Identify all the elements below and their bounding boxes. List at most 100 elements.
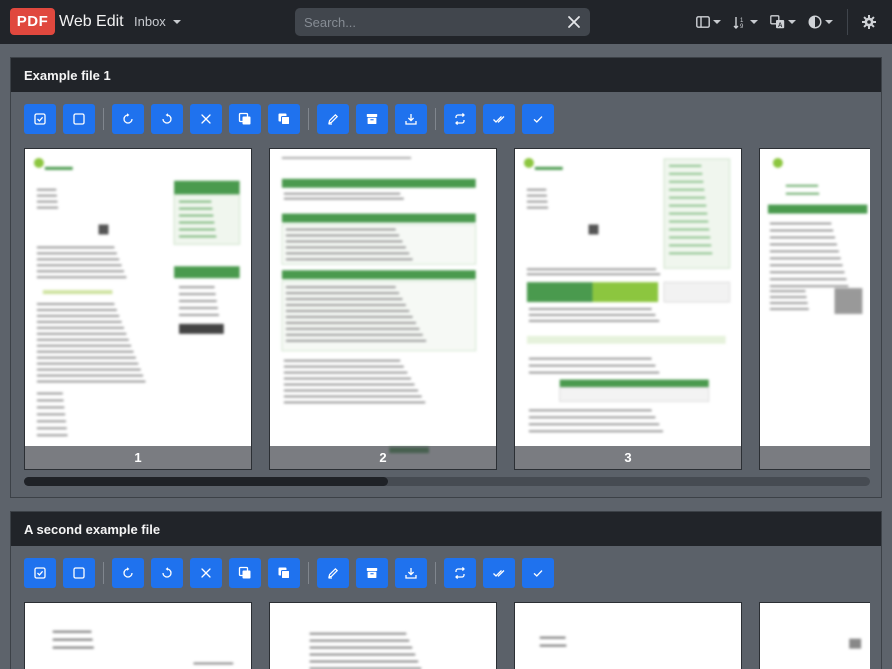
edit-icon [328, 113, 339, 125]
rotate-right-icon [123, 113, 133, 124]
check-icon [533, 570, 543, 577]
delete-icon [201, 568, 211, 578]
duplicate-button[interactable] [229, 558, 261, 588]
check-double-button[interactable] [483, 558, 515, 588]
copy-button[interactable] [268, 104, 300, 134]
copy-button[interactable] [268, 558, 300, 588]
page-thumbnail[interactable] [269, 602, 497, 669]
deselect-button[interactable] [63, 104, 95, 134]
file-panel: A second example file [10, 511, 882, 669]
page-thumbnail[interactable] [759, 602, 870, 669]
rotate-right-button[interactable] [112, 558, 144, 588]
language-button[interactable]: A [764, 0, 802, 44]
repeat-button[interactable] [444, 558, 476, 588]
chevron-down-icon [825, 20, 833, 24]
copy-icon [278, 113, 290, 125]
settings-button[interactable] [856, 0, 892, 44]
page-thumbnail[interactable]: 2 [269, 148, 497, 470]
chevron-down-icon [788, 20, 796, 24]
page-preview [539, 636, 567, 647]
check-button[interactable] [522, 558, 554, 588]
page-preview [309, 632, 422, 669]
toolbar-divider [103, 108, 104, 130]
page-thumbnail[interactable]: 1 [24, 148, 252, 470]
duplicate-button[interactable] [229, 104, 261, 134]
delete-button[interactable] [190, 104, 222, 134]
file-title: A second example file [11, 512, 881, 546]
sort-icon: 19 [733, 16, 744, 29]
file-title: Example file 1 [11, 58, 881, 92]
delete-icon [201, 114, 211, 124]
check-icon [533, 116, 543, 123]
file-panel: Example file 1 1 2 3 [10, 57, 882, 498]
sort-button[interactable]: 19 [727, 0, 764, 44]
translate-icon: A [770, 15, 785, 29]
top-navbar: PDF Web Edit Inbox 19 A [0, 0, 892, 44]
archive-button[interactable] [356, 558, 388, 588]
toolbar-divider [103, 562, 104, 584]
app-logo[interactable]: PDF [10, 8, 55, 35]
file-toolbar [24, 104, 561, 134]
page-thumbnail[interactable] [759, 148, 870, 470]
page-number: 1 [25, 446, 251, 469]
check-button[interactable] [522, 104, 554, 134]
chevron-down-icon [713, 20, 721, 24]
page-preview [33, 157, 241, 437]
select-all-button[interactable] [24, 104, 56, 134]
toolbar-divider [308, 562, 309, 584]
check-double-button[interactable] [483, 104, 515, 134]
page-thumbnail[interactable]: 3 [514, 148, 742, 470]
search-input[interactable] [295, 8, 560, 36]
layout-columns-icon [696, 16, 710, 28]
theme-button[interactable] [802, 0, 839, 44]
navbar-actions: 19 A [690, 0, 892, 44]
repeat-icon [455, 112, 465, 126]
archive-button[interactable] [356, 104, 388, 134]
page-number: 2 [270, 446, 496, 469]
navbar-divider [847, 9, 848, 35]
gear-icon [862, 15, 876, 29]
page-thumbnail[interactable] [514, 602, 742, 669]
select-all-button[interactable] [24, 558, 56, 588]
svg-text:A: A [778, 23, 783, 29]
rotate-left-button[interactable] [151, 104, 183, 134]
duplicate-icon [238, 112, 251, 125]
copy-icon [278, 567, 290, 579]
svg-text:9: 9 [740, 24, 744, 29]
duplicate-icon [238, 566, 251, 579]
horizontal-scrollbar[interactable] [24, 477, 870, 486]
check-double-icon [493, 570, 505, 577]
page-preview [767, 157, 868, 314]
repeat-button[interactable] [444, 104, 476, 134]
page-strip: 1 2 3 [24, 148, 870, 470]
file-toolbar [24, 558, 561, 588]
archive-icon [366, 114, 378, 124]
edit-icon [328, 567, 339, 579]
deselect-icon [73, 567, 85, 579]
chevron-down-icon [750, 20, 758, 24]
layout-columns-button[interactable] [690, 0, 727, 44]
page-number: 3 [515, 446, 741, 469]
page-thumbnail[interactable] [24, 602, 252, 669]
edit-button[interactable] [317, 104, 349, 134]
delete-button[interactable] [190, 558, 222, 588]
select-all-icon [34, 113, 46, 125]
rotate-right-button[interactable] [112, 104, 144, 134]
app-title[interactable]: Web Edit [59, 13, 124, 31]
page-preview [849, 638, 862, 649]
deselect-icon [73, 113, 85, 125]
rotate-right-icon [123, 567, 133, 578]
edit-button[interactable] [317, 558, 349, 588]
repeat-icon [455, 566, 465, 580]
inbox-dropdown[interactable]: Inbox [134, 14, 181, 29]
download-button[interactable] [395, 558, 427, 588]
toolbar-divider [435, 562, 436, 584]
download-icon [405, 568, 417, 579]
deselect-button[interactable] [63, 558, 95, 588]
contrast-icon [808, 15, 822, 29]
scrollbar-thumb[interactable] [24, 477, 388, 486]
rotate-left-button[interactable] [151, 558, 183, 588]
close-icon[interactable] [566, 14, 582, 30]
download-button[interactable] [395, 104, 427, 134]
check-double-icon [493, 116, 505, 123]
